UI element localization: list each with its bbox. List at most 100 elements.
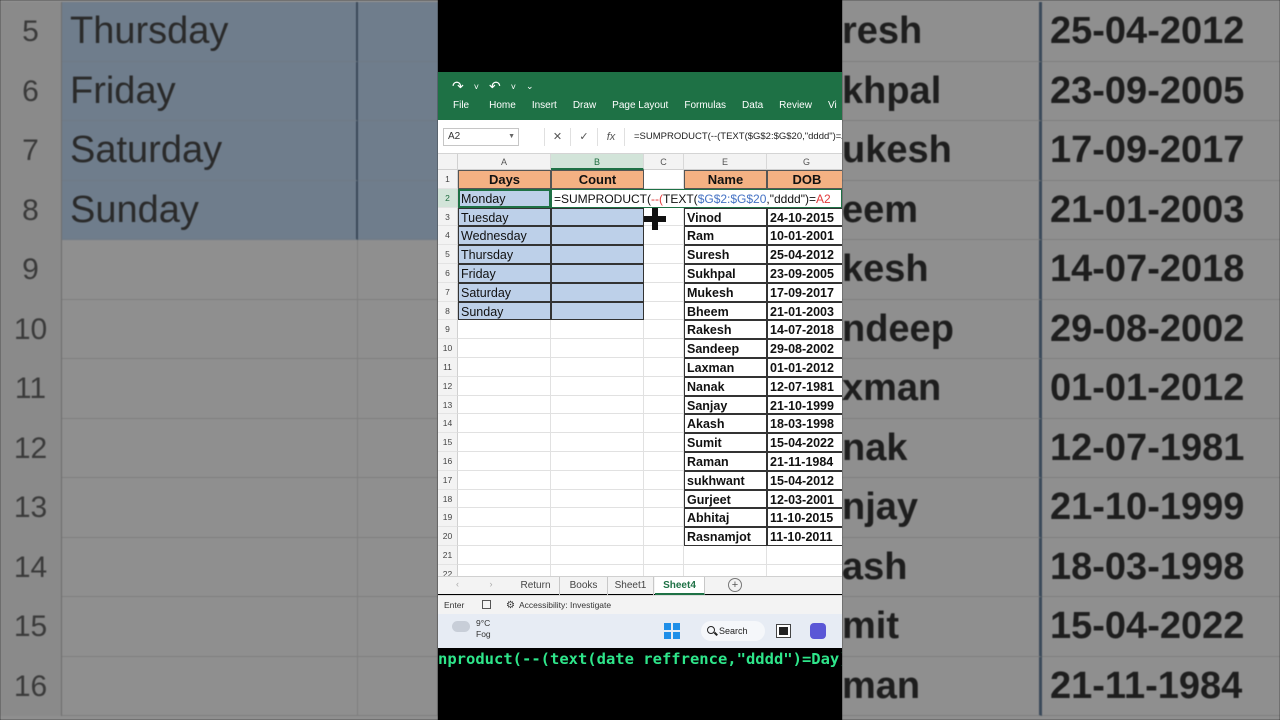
cancel-icon[interactable]: ✕: [544, 128, 571, 146]
macro-record-icon[interactable]: [482, 600, 491, 609]
column-header-c[interactable]: C: [644, 154, 684, 170]
grid-cell[interactable]: [458, 489, 551, 509]
name-cell[interactable]: Nanak: [684, 376, 767, 396]
grid-cell[interactable]: [458, 414, 551, 434]
grid-cell[interactable]: [551, 358, 644, 377]
grid-cell[interactable]: [458, 320, 551, 340]
windows-start-icon[interactable]: [664, 623, 680, 639]
row-header[interactable]: 20: [438, 527, 458, 546]
day-cell[interactable]: Monday: [458, 188, 551, 208]
grid-cell[interactable]: [644, 170, 684, 189]
sheet-nav-arrows-icon[interactable]: ‹ ›: [456, 579, 507, 589]
name-cell[interactable]: Rasnamjot: [684, 527, 767, 546]
row-header[interactable]: 21: [438, 546, 458, 565]
row-header[interactable]: 4: [438, 226, 458, 246]
count-cell[interactable]: [551, 282, 644, 302]
count-cell[interactable]: [551, 245, 644, 264]
grid-cell[interactable]: [551, 395, 644, 415]
dob-cell[interactable]: 17-09-2017: [767, 282, 842, 302]
dob-cell[interactable]: 01-01-2012: [767, 358, 842, 377]
day-cell[interactable]: Tuesday: [458, 207, 551, 227]
tab-draw[interactable]: Draw: [557, 100, 596, 111]
name-cell[interactable]: Ram: [684, 226, 767, 246]
grid-cell[interactable]: [551, 527, 644, 546]
grid-cell[interactable]: [644, 376, 684, 396]
undo-icon[interactable]: ↶: [489, 78, 501, 95]
row-header[interactable]: 18: [438, 489, 458, 509]
count-cell[interactable]: [551, 226, 644, 246]
name-cell[interactable]: Mukesh: [684, 282, 767, 302]
column-header-g[interactable]: G: [767, 154, 842, 170]
tab-review[interactable]: Review: [763, 100, 812, 111]
dob-cell[interactable]: 15-04-2022: [767, 433, 842, 452]
grid-cell[interactable]: [644, 414, 684, 434]
grid-cell[interactable]: [551, 376, 644, 396]
sheet-tab-sheet4[interactable]: Sheet4: [655, 577, 705, 595]
tab-file[interactable]: File: [438, 100, 469, 111]
row-header[interactable]: 14: [438, 414, 458, 434]
accessibility-icon[interactable]: ⚙: [506, 596, 515, 615]
row-header[interactable]: 13: [438, 395, 458, 415]
row-header[interactable]: 6: [438, 264, 458, 283]
header-dob[interactable]: DOB: [767, 170, 842, 189]
name-cell[interactable]: Gurjeet: [684, 489, 767, 509]
dob-cell[interactable]: 29-08-2002: [767, 339, 842, 358]
header-name[interactable]: Name: [684, 170, 767, 189]
row-header[interactable]: 15: [438, 433, 458, 452]
insert-function-icon[interactable]: fx: [598, 128, 625, 146]
redo-icon[interactable]: ↷: [452, 78, 464, 95]
name-cell[interactable]: Sandeep: [684, 339, 767, 358]
row-header[interactable]: 2: [438, 188, 458, 208]
name-cell[interactable]: Vinod: [684, 207, 767, 227]
grid-cell[interactable]: [684, 546, 767, 565]
grid-cell[interactable]: [458, 452, 551, 471]
accessibility-status[interactable]: Accessibility: Investigate: [519, 596, 611, 615]
name-cell[interactable]: sukhwant: [684, 470, 767, 490]
name-cell[interactable]: Abhitaj: [684, 508, 767, 528]
dob-cell[interactable]: 10-01-2001: [767, 226, 842, 246]
sheet-tab-return[interactable]: Return: [512, 577, 560, 595]
grid-cell[interactable]: [551, 433, 644, 452]
day-cell[interactable]: Friday: [458, 264, 551, 283]
header-days[interactable]: Days: [458, 170, 551, 189]
customize-qat-icon[interactable]: ⌄: [526, 81, 534, 92]
dob-cell[interactable]: 14-07-2018: [767, 320, 842, 340]
grid-cell[interactable]: [551, 320, 644, 340]
add-sheet-button[interactable]: +: [728, 578, 742, 592]
row-header[interactable]: 8: [438, 301, 458, 321]
grid-cell[interactable]: [551, 564, 644, 576]
tab-page-layout[interactable]: Page Layout: [596, 100, 668, 111]
tab-data[interactable]: Data: [726, 100, 763, 111]
grid-cell[interactable]: [551, 452, 644, 471]
grid-cell[interactable]: [551, 508, 644, 528]
grid-cell[interactable]: [458, 546, 551, 565]
grid-cell[interactable]: [644, 470, 684, 490]
row-header[interactable]: 5: [438, 245, 458, 264]
column-header-b[interactable]: B: [551, 154, 644, 170]
dob-cell[interactable]: 11-10-2011: [767, 527, 842, 546]
dob-cell[interactable]: 24-10-2015: [767, 207, 842, 227]
taskbar-search[interactable]: Search: [701, 621, 765, 641]
dob-cell[interactable]: 25-04-2012: [767, 245, 842, 264]
row-header[interactable]: 9: [438, 320, 458, 340]
tab-home[interactable]: Home: [469, 100, 516, 111]
undo-dropdown-icon[interactable]: ˅: [511, 82, 516, 92]
grid-cell[interactable]: [644, 452, 684, 471]
row-header[interactable]: 22: [438, 564, 458, 576]
dob-cell[interactable]: 21-11-1984: [767, 452, 842, 471]
grid-cell[interactable]: [644, 358, 684, 377]
enter-check-icon[interactable]: ✓: [571, 128, 598, 146]
grid-cell[interactable]: [551, 414, 644, 434]
chevron-down-icon[interactable]: ▼: [508, 129, 515, 145]
formula-edit-cell[interactable]: =SUMPRODUCT(--(TEXT($G$2:$G$20,"dddd")=A…: [551, 188, 842, 208]
grid-cell[interactable]: [458, 376, 551, 396]
grid-cell[interactable]: [644, 433, 684, 452]
row-header[interactable]: 17: [438, 470, 458, 490]
grid-cell[interactable]: [767, 565, 842, 576]
row-header[interactable]: 12: [438, 376, 458, 396]
dob-cell[interactable]: 11-10-2015: [767, 508, 842, 528]
grid-cell[interactable]: [767, 546, 842, 565]
grid-cell[interactable]: [458, 358, 551, 377]
grid-cell[interactable]: [644, 264, 684, 283]
grid-cell[interactable]: [644, 339, 684, 358]
